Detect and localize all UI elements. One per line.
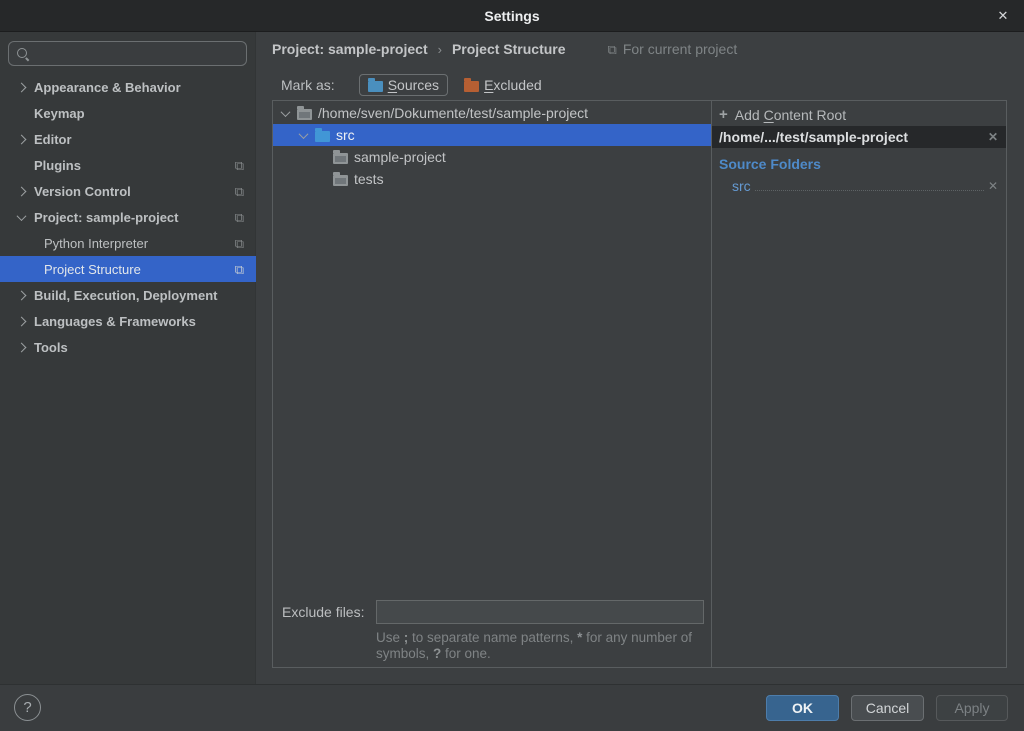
chevron-down-icon — [280, 107, 290, 117]
chevron-right-icon — [16, 316, 26, 326]
sidebar-item-plugins[interactable]: Plugins — [0, 152, 256, 178]
sidebar-item-editor[interactable]: Editor — [0, 126, 256, 152]
per-project-settings-icon — [608, 43, 617, 56]
chevron-right-icon — [16, 186, 26, 196]
breadcrumb: Project: sample-project › Project Struct… — [272, 38, 737, 60]
folder-icon — [297, 109, 312, 120]
tree-row-label: /home/sven/Dokumente/test/sample-project — [318, 105, 588, 121]
per-project-settings-icon — [235, 211, 244, 224]
add-content-root-button[interactable]: Add Content Root — [712, 103, 1006, 126]
close-icon — [998, 8, 1009, 24]
mark-as-sources-button[interactable]: Sources — [359, 74, 448, 96]
source-folder-name: src — [732, 178, 751, 194]
source-folder-icon — [368, 81, 383, 92]
content-root-tree: /home/sven/Dokumente/test/sample-project… — [273, 101, 711, 667]
title-bar: Settings — [0, 0, 1024, 32]
mark-as-label: Mark as: — [281, 77, 335, 93]
search-input[interactable] — [36, 46, 226, 61]
mark-as-toolbar: Mark as: Sources Excluded — [281, 72, 550, 98]
search-icon — [16, 47, 30, 61]
window-close-button[interactable] — [992, 0, 1014, 32]
cancel-button[interactable]: Cancel — [851, 695, 924, 721]
folder-icon — [333, 153, 348, 164]
settings-dialog: Settings Appearance & Behavior Keymap Ed… — [0, 0, 1024, 731]
sidebar-item-appearance-behavior[interactable]: Appearance & Behavior — [0, 74, 256, 100]
per-project-settings-icon — [235, 159, 244, 172]
exclude-files-input[interactable] — [376, 600, 704, 624]
sidebar-item-label: Project: sample-project — [34, 210, 179, 225]
remove-content-root-icon[interactable] — [988, 130, 998, 144]
source-folder-entry[interactable]: src — [732, 177, 998, 194]
exclude-files-hint: Use ; to separate name patterns, * for a… — [376, 630, 708, 662]
sidebar-item-list: Appearance & Behavior Keymap Editor Plug… — [0, 74, 256, 360]
dialog-title: Settings — [484, 8, 539, 24]
sidebar-item-label: Keymap — [34, 106, 85, 121]
sidebar-item-label: Version Control — [34, 184, 131, 199]
chevron-down-icon — [298, 129, 308, 139]
sidebar-item-label: Python Interpreter — [44, 236, 148, 251]
chevron-right-icon — [16, 342, 26, 352]
source-folder-icon — [315, 131, 330, 142]
dialog-footer: ? OK Cancel Apply — [0, 684, 1024, 731]
sidebar-item-version-control[interactable]: Version Control — [0, 178, 256, 204]
sidebar-item-keymap[interactable]: Keymap — [0, 100, 256, 126]
tree-row-tests[interactable]: tests — [273, 168, 711, 190]
sidebar-item-label: Tools — [34, 340, 68, 355]
excluded-folder-icon — [464, 81, 479, 92]
sidebar-item-python-interpreter[interactable]: Python Interpreter — [0, 230, 256, 256]
apply-button[interactable]: Apply — [936, 695, 1008, 721]
tree-row-content-root[interactable]: /home/sven/Dokumente/test/sample-project — [273, 102, 711, 124]
mark-as-excluded-button[interactable]: Excluded — [456, 75, 550, 95]
chevron-right-icon — [16, 82, 26, 92]
settings-search-box[interactable] — [8, 41, 247, 66]
help-button[interactable]: ? — [14, 694, 41, 721]
plus-icon — [719, 107, 728, 122]
sidebar-item-label: Appearance & Behavior — [34, 80, 181, 95]
sidebar-item-label: Project Structure — [44, 262, 141, 277]
folder-icon — [333, 175, 348, 186]
content-roots-pane: Add Content Root /home/.../test/sample-p… — [711, 101, 1006, 667]
tree-row-label: src — [336, 127, 355, 143]
per-project-settings-icon — [235, 185, 244, 198]
scope-indicator: For current project — [608, 41, 738, 57]
breadcrumb-page: Project Structure — [452, 41, 566, 57]
remove-source-folder-icon[interactable] — [988, 179, 998, 193]
per-project-settings-icon — [235, 237, 244, 250]
sidebar-item-tools[interactable]: Tools — [0, 334, 256, 360]
source-folders-header: Source Folders — [719, 156, 1006, 172]
tree-row-label: tests — [354, 171, 384, 187]
per-project-settings-icon — [235, 263, 244, 276]
sidebar-item-build-execution-deployment[interactable]: Build, Execution, Deployment — [0, 282, 256, 308]
content-root-path: /home/.../test/sample-project — [719, 129, 908, 145]
settings-sidebar: Appearance & Behavior Keymap Editor Plug… — [0, 32, 256, 684]
dotted-leader — [755, 177, 984, 191]
tree-row-sample-project[interactable]: sample-project — [273, 146, 711, 168]
chevron-right-icon — [16, 290, 26, 300]
breadcrumb-separator-icon: › — [438, 42, 442, 57]
sidebar-item-label: Build, Execution, Deployment — [34, 288, 217, 303]
sidebar-item-label: Editor — [34, 132, 72, 147]
ok-button[interactable]: OK — [766, 695, 839, 721]
tree-row-label: sample-project — [354, 149, 446, 165]
sidebar-item-languages-frameworks[interactable]: Languages & Frameworks — [0, 308, 256, 334]
sidebar-item-label: Languages & Frameworks — [34, 314, 196, 329]
tree-row-src[interactable]: src — [273, 124, 711, 146]
content-root-path-row[interactable]: /home/.../test/sample-project — [712, 126, 1006, 148]
scope-label: For current project — [623, 41, 737, 57]
sidebar-item-project-sample-project[interactable]: Project: sample-project — [0, 204, 256, 230]
chevron-down-icon — [16, 211, 26, 221]
exclude-files-label: Exclude files: — [282, 604, 364, 620]
sidebar-item-label: Plugins — [34, 158, 81, 173]
breadcrumb-project[interactable]: Project: sample-project — [272, 41, 428, 57]
project-structure-panel: /home/sven/Dokumente/test/sample-project… — [272, 100, 1007, 668]
sidebar-item-project-structure[interactable]: Project Structure — [0, 256, 256, 282]
chevron-right-icon — [16, 134, 26, 144]
